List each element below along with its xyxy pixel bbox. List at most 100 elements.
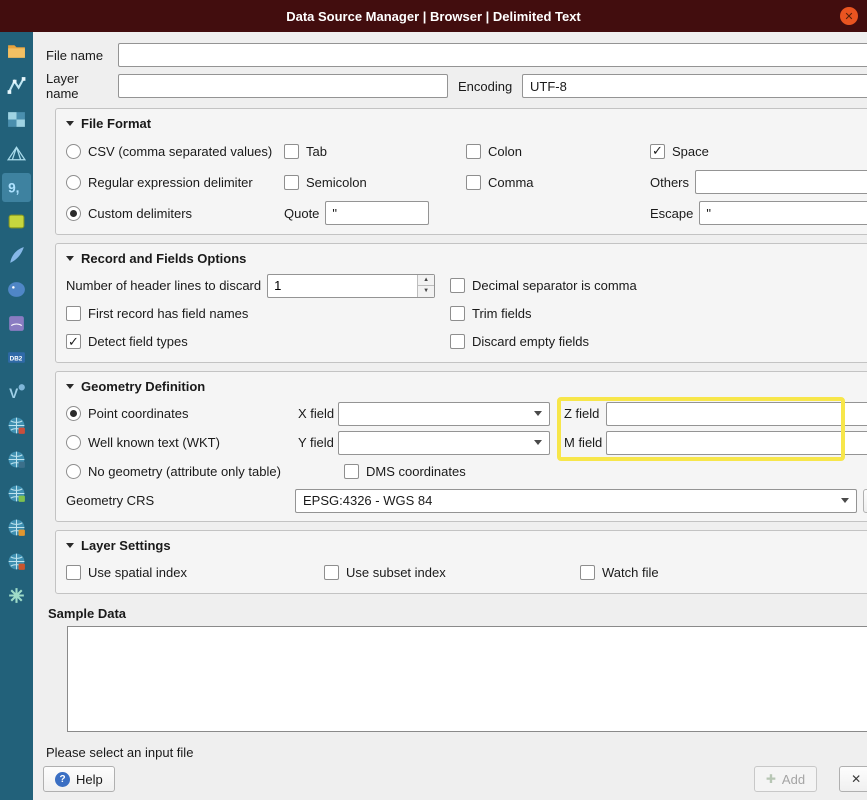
file-format-group: File Format CSV (comma separated values)… <box>55 108 867 235</box>
add-plus-icon: ✚ <box>766 772 776 786</box>
sidebar-item-wfs[interactable] <box>2 479 31 508</box>
help-button[interactable]: ? Help <box>43 766 115 792</box>
others-label: Others <box>650 175 689 190</box>
encoding-select[interactable]: UTF-8 <box>522 74 867 98</box>
virtual-layer-icon: V <box>6 381 27 402</box>
file-name-input[interactable] <box>118 43 867 67</box>
m-field-select[interactable] <box>606 431 867 455</box>
tab-checkbox[interactable]: Tab <box>284 144 466 159</box>
sidebar-item-mesh[interactable] <box>2 139 31 168</box>
layer-name-input[interactable] <box>118 74 448 98</box>
sidebar-item-arcgis-feature-server[interactable] <box>2 547 31 576</box>
sidebar-item-browser[interactable] <box>2 37 31 66</box>
layer-settings-group-header[interactable]: Layer Settings <box>66 535 867 555</box>
layer-settings-title: Layer Settings <box>81 538 171 553</box>
spin-down-icon[interactable]: ▼ <box>418 286 434 297</box>
sidebar-item-raster[interactable] <box>2 105 31 134</box>
record-fields-group-header[interactable]: Record and Fields Options <box>66 248 867 268</box>
m-field-label: M field <box>564 435 606 450</box>
geonode-icon <box>6 585 27 606</box>
sidebar-item-geonode[interactable] <box>2 581 31 610</box>
escape-label: Escape <box>650 206 693 221</box>
use-subset-index-checkbox[interactable]: Use subset index <box>324 565 580 580</box>
sidebar-item-mssql[interactable] <box>2 309 31 338</box>
space-checkbox-label: Space <box>672 144 709 159</box>
geometry-group-header[interactable]: Geometry Definition <box>66 376 867 396</box>
arcgis-map-server-globe-icon <box>6 517 27 538</box>
discard-empty-fields-label: Discard empty fields <box>472 334 589 349</box>
geometry-crs-select[interactable]: EPSG:4326 - WGS 84 <box>295 489 857 513</box>
window-close-button[interactable]: ✕ <box>840 7 858 25</box>
titlebar[interactable]: Data Source Manager | Browser | Delimite… <box>0 0 867 32</box>
select-crs-button[interactable] <box>863 489 867 513</box>
dialog-button-row: ? Help ✚ Add ✕ Close <box>43 766 867 792</box>
geometry-definition-group: Geometry Definition Point coordinates X … <box>55 371 867 522</box>
header-lines-input[interactable] <box>268 275 417 297</box>
comma-checkbox-label: Comma <box>488 175 534 190</box>
wkt-label: Well known text (WKT) <box>88 435 220 450</box>
sidebar-item-vector[interactable] <box>2 71 31 100</box>
checkbox-indicator <box>324 565 339 580</box>
add-button[interactable]: ✚ Add <box>754 766 817 792</box>
x-field-label: X field <box>298 406 338 421</box>
radio-indicator <box>66 144 81 159</box>
semicolon-checkbox[interactable]: Semicolon <box>284 175 466 190</box>
first-record-label: First record has field names <box>88 306 248 321</box>
file-format-group-header[interactable]: File Format <box>66 113 867 133</box>
sidebar-item-geopackage[interactable] <box>2 207 31 236</box>
dropdown-arrow-icon <box>534 411 542 416</box>
custom-radio-label: Custom delimiters <box>88 206 192 221</box>
svg-text:DB2: DB2 <box>10 355 23 362</box>
use-spatial-index-checkbox[interactable]: Use spatial index <box>66 565 324 580</box>
colon-checkbox[interactable]: Colon <box>466 144 650 159</box>
close-button[interactable]: ✕ Close <box>839 766 867 792</box>
sample-data-area[interactable] <box>67 626 867 732</box>
no-geometry-radio[interactable]: No geometry (attribute only table) <box>66 464 298 479</box>
sidebar-item-wms-wmts[interactable] <box>2 411 31 440</box>
comma-checkbox[interactable]: Comma <box>466 175 650 190</box>
use-spatial-index-label: Use spatial index <box>88 565 187 580</box>
sidebar-item-postgresql[interactable] <box>2 275 31 304</box>
checkbox-indicator <box>450 278 465 293</box>
sidebar-item-virtual-layer[interactable]: V <box>2 377 31 406</box>
quote-input[interactable] <box>325 201 429 225</box>
escape-input[interactable] <box>699 201 867 225</box>
csv-radio[interactable]: CSV (comma separated values) <box>66 144 284 159</box>
detect-field-types-checkbox[interactable]: Detect field types <box>66 334 450 349</box>
wkt-radio[interactable]: Well known text (WKT) <box>66 435 298 450</box>
sidebar-item-arcgis-map-server[interactable] <box>2 513 31 542</box>
sidebar-item-spatialite[interactable] <box>2 241 31 270</box>
dms-coordinates-checkbox[interactable]: DMS coordinates <box>344 464 466 479</box>
geometry-crs-label: Geometry CRS <box>66 493 295 508</box>
others-delimiter-input[interactable] <box>695 170 867 194</box>
decimal-separator-checkbox[interactable]: Decimal separator is comma <box>450 278 867 293</box>
trim-fields-checkbox[interactable]: Trim fields <box>450 306 867 321</box>
custom-delimiters-radio[interactable]: Custom delimiters <box>66 206 284 221</box>
y-field-label: Y field <box>298 435 338 450</box>
collapse-arrow-icon <box>66 121 74 126</box>
geometry-title: Geometry Definition <box>81 379 205 394</box>
checkbox-indicator <box>284 175 299 190</box>
sidebar-item-wcs[interactable] <box>2 445 31 474</box>
watch-file-checkbox[interactable]: Watch file <box>580 565 867 580</box>
arcgis-feature-server-globe-icon <box>6 551 27 572</box>
semicolon-checkbox-label: Semicolon <box>306 175 367 190</box>
point-coordinates-radio[interactable]: Point coordinates <box>66 406 298 421</box>
x-field-select[interactable] <box>338 402 550 426</box>
csv-radio-label: CSV (comma separated values) <box>88 144 272 159</box>
spin-up-icon[interactable]: ▲ <box>418 275 434 287</box>
regex-delimiter-radio[interactable]: Regular expression delimiter <box>66 175 284 190</box>
first-record-checkbox[interactable]: First record has field names <box>66 306 450 321</box>
space-checkbox[interactable]: Space <box>650 144 867 159</box>
discard-empty-fields-checkbox[interactable]: Discard empty fields <box>450 334 867 349</box>
z-field-select[interactable] <box>606 402 867 426</box>
header-lines-spinbox[interactable]: ▲ ▼ <box>267 274 435 298</box>
encoding-value: UTF-8 <box>530 79 867 94</box>
y-field-select[interactable] <box>338 431 550 455</box>
sidebar-item-db2[interactable]: DB2 <box>2 343 31 372</box>
regex-radio-label: Regular expression delimiter <box>88 175 253 190</box>
status-message: Please select an input file <box>46 745 867 760</box>
svg-text:9,: 9, <box>8 181 19 196</box>
watch-file-label: Watch file <box>602 565 659 580</box>
sidebar-item-delimited-text[interactable]: 9, <box>2 173 31 202</box>
